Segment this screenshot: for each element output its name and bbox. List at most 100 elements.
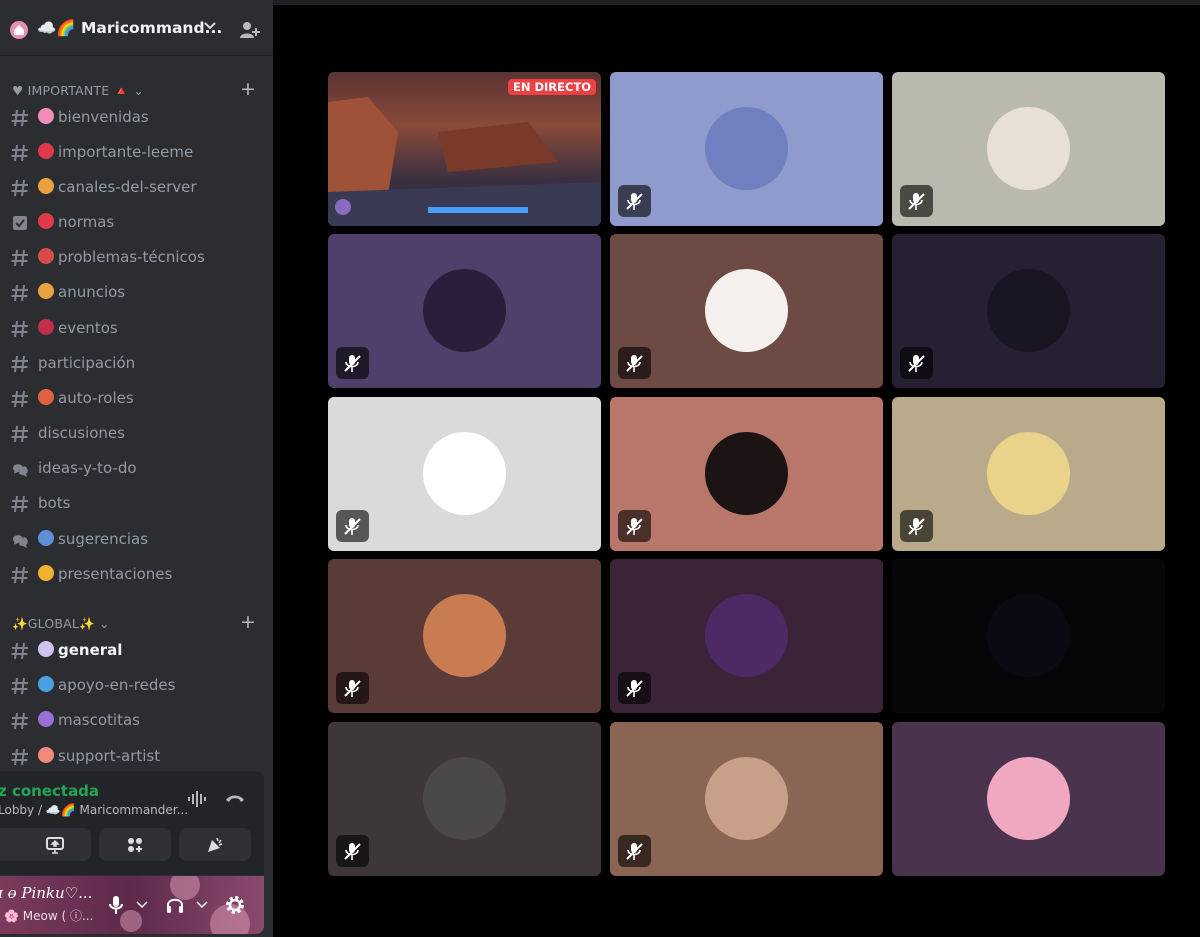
participant-tile[interactable] [328, 397, 601, 551]
channel-presentaciones[interactable]: presentaciones [0, 561, 273, 593]
user-panel: ɪ ɵ Pinku♡... 🌸 Meow ( ⓘ... [0, 876, 264, 934]
channel-name: importante-leeme [38, 143, 193, 161]
text-channel-icon [11, 390, 28, 408]
channel-emoji-icon [38, 213, 54, 229]
channel-anuncios[interactable]: anuncios [0, 279, 273, 311]
participant-tile[interactable] [610, 722, 883, 876]
chevron-down-icon[interactable] [136, 901, 148, 909]
server-icon [10, 21, 28, 39]
channel-auto-roles[interactable]: auto-roles [0, 385, 273, 417]
channel-participacin[interactable]: participación [0, 350, 273, 382]
voice-location[interactable]: Lobby / ☁️🌈 Maricommander... [0, 803, 188, 817]
avatar [987, 269, 1070, 352]
soundboard-icon [208, 837, 223, 852]
avatar [705, 757, 788, 840]
forum-channel-icon [13, 464, 28, 477]
channel-eventos[interactable]: eventos [0, 315, 273, 347]
microphone-icon[interactable] [107, 895, 125, 915]
chevron-down-icon[interactable] [204, 22, 216, 30]
channel-emoji-icon [38, 108, 54, 124]
text-channel-icon [11, 109, 28, 127]
share-screen-button[interactable] [19, 828, 91, 861]
voice-status: z conectada [0, 782, 100, 800]
avatar [705, 107, 788, 190]
text-channel-icon [11, 144, 28, 162]
muted-icon [900, 185, 933, 217]
participant-tile[interactable] [328, 234, 601, 388]
add-channel-icon[interactable]: + [240, 611, 256, 633]
text-channel-icon [11, 425, 28, 443]
text-channel-icon [11, 495, 28, 513]
participant-tile[interactable] [610, 72, 883, 226]
noise-suppression-icon[interactable] [186, 789, 208, 809]
participant-tile[interactable] [610, 559, 883, 713]
channel-emoji-icon [38, 248, 54, 264]
add-channel-icon[interactable]: + [240, 78, 256, 100]
channel-discusiones[interactable]: discusiones [0, 420, 273, 452]
channel-sugerencias[interactable]: sugerencias [0, 526, 273, 558]
avatar [423, 269, 506, 352]
invite-people-icon[interactable] [238, 19, 260, 41]
window-top-bar [273, 0, 1200, 5]
muted-icon [618, 347, 651, 379]
muted-icon [618, 185, 651, 217]
category-global[interactable]: ✨GLOBAL✨ ⌄ + [0, 611, 273, 634]
avatar [423, 432, 506, 515]
channel-name: canales-del-server [38, 178, 197, 196]
settings-gear-icon[interactable] [224, 894, 246, 916]
channel-name: normas [38, 213, 114, 231]
muted-icon [336, 835, 369, 867]
username[interactable]: ɪ ɵ Pinku♡... [0, 884, 92, 902]
channel-emoji-icon [38, 530, 54, 546]
channel-name: auto-roles [38, 389, 134, 407]
channel-name: participación [38, 354, 136, 372]
channel-sidebar: ☁️🌈 Maricommand... ♥ IMPORTANTE 🔺 ⌄ + bi… [0, 0, 273, 937]
channel-name: apoyo-en-redes [38, 676, 175, 694]
channel-name: support-artist [38, 747, 160, 765]
participant-tile[interactable] [892, 397, 1165, 551]
channel-general[interactable]: general [0, 637, 273, 669]
channel-emoji-icon [38, 178, 54, 194]
participant-tile[interactable] [328, 722, 601, 876]
channel-name: problemas-técnicos [38, 248, 205, 266]
text-channel-icon [11, 566, 28, 584]
participant-tile[interactable] [892, 559, 1165, 713]
soundboard-button[interactable] [179, 828, 251, 861]
channel-name: general [38, 641, 122, 659]
participant-tile[interactable] [892, 234, 1165, 388]
muted-icon [336, 510, 369, 542]
chevron-down-icon[interactable] [196, 901, 208, 909]
muted-icon [618, 835, 651, 867]
muted-icon [336, 672, 369, 704]
stream-preview-image [328, 97, 601, 226]
channel-canales-del-server[interactable]: canales-del-server [0, 174, 273, 206]
participant-tile[interactable] [610, 397, 883, 551]
channel-mascotitas[interactable]: mascotitas [0, 707, 273, 739]
activities-button[interactable] [99, 828, 171, 861]
category-importante[interactable]: ♥ IMPORTANTE 🔺 ⌄ + [0, 78, 273, 101]
stream-tile[interactable]: EN DIRECTO [328, 72, 601, 226]
avatar [987, 757, 1070, 840]
text-channel-icon [11, 320, 28, 338]
text-channel-icon [11, 284, 28, 302]
participant-tile[interactable] [892, 72, 1165, 226]
server-header[interactable]: ☁️🌈 Maricommand... [0, 0, 273, 56]
disconnect-icon[interactable] [224, 789, 246, 809]
channel-normas[interactable]: normas [0, 209, 273, 241]
channel-name: presentaciones [38, 565, 172, 583]
channel-problemas-tcnicos[interactable]: problemas-técnicos [0, 244, 273, 276]
channel-ideas-y-to-do[interactable]: ideas-y-to-do [0, 455, 273, 487]
channel-name: ideas-y-to-do [38, 459, 137, 477]
channel-apoyo-en-redes[interactable]: apoyo-en-redes [0, 672, 273, 704]
participant-tile[interactable] [892, 722, 1165, 876]
participant-tile[interactable] [610, 234, 883, 388]
channel-name: anuncios [38, 283, 125, 301]
live-badge: EN DIRECTO [508, 79, 597, 95]
channel-bienvenidas[interactable]: bienvenidas [0, 104, 273, 136]
channel-emoji-icon [38, 565, 54, 581]
channel-bots[interactable]: bots [0, 490, 273, 522]
participant-tile[interactable] [328, 559, 601, 713]
headphones-icon[interactable] [165, 895, 185, 915]
text-channel-icon [11, 249, 28, 267]
channel-importante-leeme[interactable]: importante-leeme [0, 139, 273, 171]
